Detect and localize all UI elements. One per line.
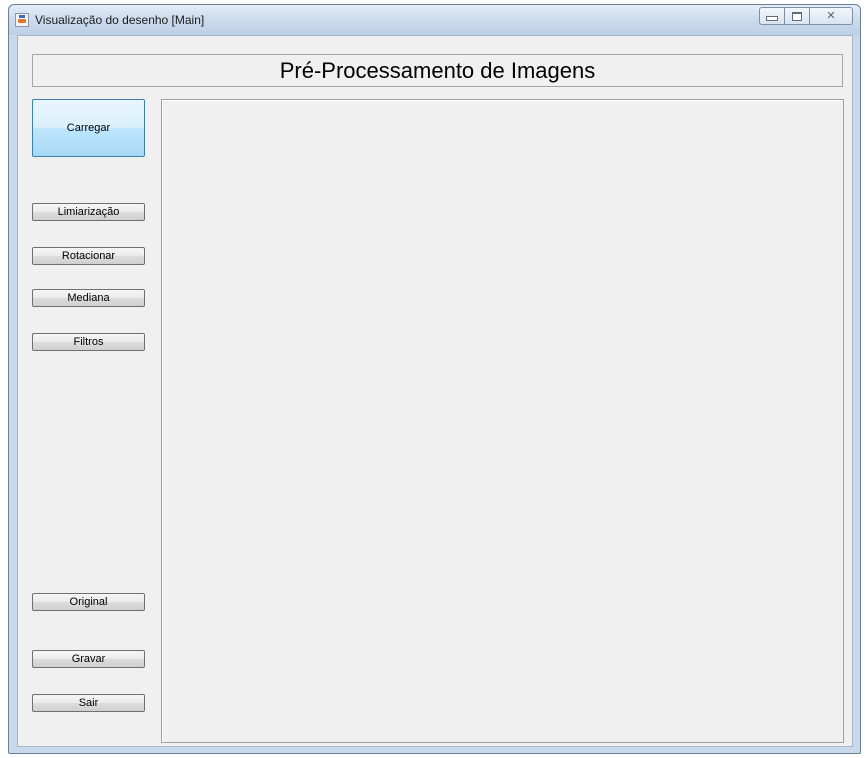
filters-button[interactable]: Filtros: [32, 333, 145, 351]
save-button[interactable]: Gravar: [32, 650, 145, 668]
window-title: Visualização do desenho [Main]: [35, 13, 205, 27]
minimize-icon: [766, 16, 778, 21]
image-canvas: [161, 99, 844, 743]
load-button[interactable]: Carregar: [32, 99, 145, 157]
header-panel: Pré-Processamento de Imagens: [32, 54, 843, 87]
close-button[interactable]: ✕: [810, 7, 853, 25]
title-bar[interactable]: Visualização do desenho [Main] ✕: [9, 5, 860, 35]
main-content: Pré-Processamento de Imagens Carregar Li…: [17, 35, 853, 747]
page-title: Pré-Processamento de Imagens: [279, 58, 596, 83]
maximize-icon: [792, 12, 802, 21]
original-button[interactable]: Original: [32, 593, 145, 611]
app-window: Visualização do desenho [Main] ✕ Pré-Pro…: [8, 4, 861, 754]
rotate-button[interactable]: Rotacionar: [32, 247, 145, 265]
maximize-button[interactable]: [785, 7, 810, 25]
java-app-icon: [15, 13, 29, 27]
close-icon: ✕: [826, 10, 836, 22]
threshold-button[interactable]: Limiarização: [32, 203, 145, 221]
median-button[interactable]: Mediana: [32, 289, 145, 307]
exit-button[interactable]: Sair: [32, 694, 145, 712]
minimize-button[interactable]: [759, 7, 785, 25]
